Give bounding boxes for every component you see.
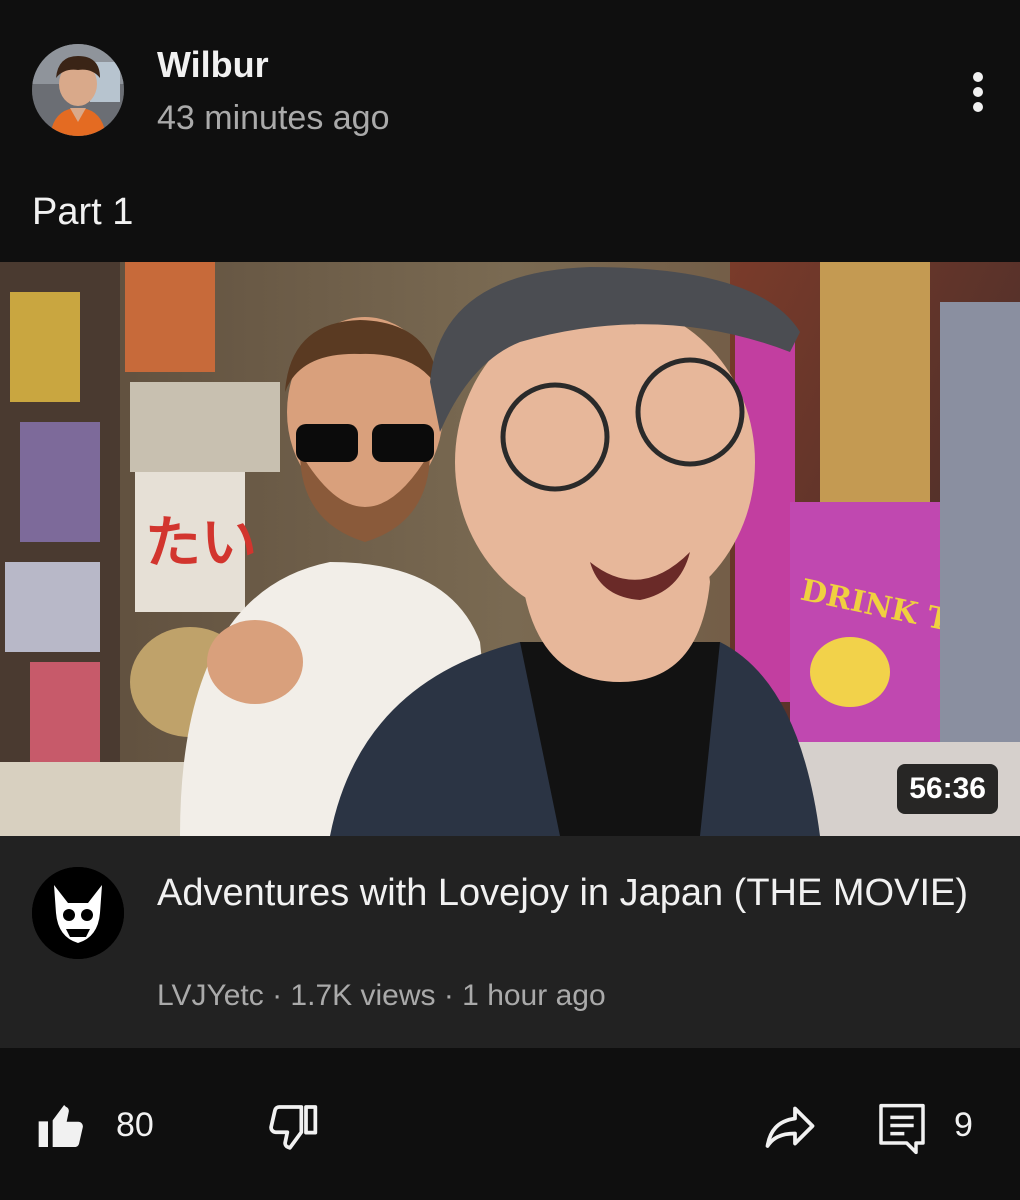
comment-button[interactable]: 9 xyxy=(870,1048,990,1200)
meta-separator: · xyxy=(272,979,291,1012)
more-vertical-icon[interactable] xyxy=(960,66,996,118)
comment-count: 9 xyxy=(954,1106,973,1144)
view-count: 1.7K views xyxy=(290,979,436,1012)
svg-text:たい: たい xyxy=(145,511,257,576)
post-text: Part 1 xyxy=(32,191,134,233)
author-name[interactable]: Wilbur xyxy=(157,44,269,86)
post-header: Wilbur 43 minutes ago xyxy=(0,0,1020,170)
post-timestamp: 43 minutes ago xyxy=(157,99,390,137)
share-icon xyxy=(765,1106,815,1148)
channel-avatar[interactable] xyxy=(32,867,124,959)
comment-icon xyxy=(879,1103,925,1155)
video-info-card[interactable]: Adventures with Lovejoy in Japan (THE MO… xyxy=(0,836,1020,1048)
channel-name[interactable]: LVJYetc xyxy=(157,979,264,1012)
video-thumbnail[interactable]: たい DRINK TICKET 56:36 xyxy=(0,262,1020,836)
meta-separator: · xyxy=(443,979,463,1012)
thumbs-down-icon xyxy=(269,1105,318,1150)
share-button[interactable] xyxy=(756,1048,826,1200)
thumbnail-image: たい DRINK TICKET xyxy=(0,262,1020,836)
video-title[interactable]: Adventures with Lovejoy in Japan (THE MO… xyxy=(157,868,977,919)
video-meta: LVJYetc · 1.7K views · 1 hour ago xyxy=(157,979,606,1013)
fox-skull-logo xyxy=(32,867,124,959)
upload-age: 1 hour ago xyxy=(462,979,606,1012)
author-avatar[interactable] xyxy=(32,44,124,136)
thumbs-up-filled-icon xyxy=(38,1105,83,1147)
like-button[interactable]: 80 xyxy=(30,1048,170,1200)
dislike-button[interactable] xyxy=(258,1048,328,1200)
like-count: 80 xyxy=(116,1106,154,1144)
action-bar: 80 9 xyxy=(0,1048,1020,1200)
video-duration: 56:36 xyxy=(897,764,998,814)
